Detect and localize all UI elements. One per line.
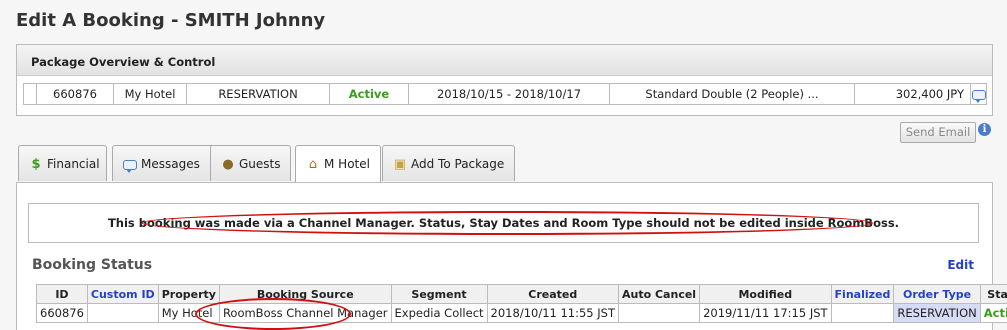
tab-label: M Hotel <box>324 157 370 171</box>
tab-label: Guests <box>239 157 281 171</box>
cell-auto-cancel <box>619 304 700 323</box>
package-row[interactable]: 660876 My Hotel RESERVATION Active 2018/… <box>23 83 987 105</box>
col-booking-source: Booking Source <box>219 285 391 304</box>
package-room-type: Standard Double (2 People) ... <box>609 84 854 104</box>
col-state: State <box>980 285 1007 304</box>
package-status: Active <box>329 84 408 104</box>
tab-content-panel: This booking was made via a Channel Mana… <box>16 182 993 330</box>
col-finalized[interactable]: Finalized <box>831 285 894 304</box>
table-header-row: ID Custom ID Property Booking Source Seg… <box>37 285 1007 304</box>
package-type: RESERVATION <box>186 84 329 104</box>
tab-add-to-package[interactable]: ▣ Add To Package <box>382 145 515 181</box>
speech-bubble-icon <box>123 147 137 183</box>
package-property: My Hotel <box>113 84 186 104</box>
edit-link[interactable]: Edit <box>947 258 974 272</box>
package-row-selector[interactable] <box>24 84 36 104</box>
table-row: 660876 My Hotel RoomBoss Channel Manager… <box>37 304 1007 323</box>
package-overview-panel: Package Overview & Control 660876 My Hot… <box>16 44 993 116</box>
package-overview-header: Package Overview & Control <box>17 45 992 76</box>
channel-manager-warning: This booking was made via a Channel Mana… <box>28 203 979 243</box>
package-amount: 302,400 JPY <box>854 84 970 104</box>
tab-m-hotel[interactable]: ⌂ M Hotel <box>295 145 381 183</box>
col-order-type[interactable]: Order Type <box>894 285 980 304</box>
package-icon: ▣ <box>393 147 407 183</box>
cell-order-type: RESERVATION <box>894 304 980 323</box>
cell-created: 2018/10/11 11:55 JST <box>487 304 618 323</box>
guests-icon: ● <box>221 147 235 183</box>
booking-status-title: Booking Status <box>32 257 152 273</box>
send-email-button[interactable]: Send Email <box>900 122 976 143</box>
tab-messages[interactable]: Messages <box>112 145 224 181</box>
speech-bubble-icon[interactable] <box>972 90 986 100</box>
package-id: 660876 <box>36 84 113 104</box>
col-created: Created <box>487 285 618 304</box>
cell-property: My Hotel <box>158 304 219 323</box>
tab-guests[interactable]: ● Guests <box>210 145 291 181</box>
booking-status-table: ID Custom ID Property Booking Source Seg… <box>36 284 1007 323</box>
tab-label: Add To Package <box>411 157 504 171</box>
page-title: Edit A Booking - SMITH Johnny <box>16 10 325 31</box>
cell-custom-id <box>87 304 158 323</box>
package-dates: 2018/10/15 - 2018/10/17 <box>408 84 609 104</box>
col-property: Property <box>158 285 219 304</box>
cell-state: Active <box>980 304 1007 323</box>
cell-booking-source: RoomBoss Channel Manager <box>219 304 391 323</box>
col-segment: Segment <box>391 285 487 304</box>
cell-finalized <box>831 304 894 323</box>
house-icon: ⌂ <box>306 147 320 183</box>
tab-financial[interactable]: $ Financial <box>18 145 107 181</box>
tab-label: Messages <box>141 157 200 171</box>
package-message-button[interactable] <box>970 84 986 104</box>
col-custom-id[interactable]: Custom ID <box>87 285 158 304</box>
info-icon[interactable]: i <box>978 123 991 136</box>
cell-id: 660876 <box>37 304 88 323</box>
col-auto-cancel: Auto Cancel <box>619 285 700 304</box>
tab-label: Financial <box>47 157 100 171</box>
dollar-icon: $ <box>29 147 43 183</box>
col-modified: Modified <box>700 285 831 304</box>
cell-segment: Expedia Collect <box>391 304 487 323</box>
col-id: ID <box>37 285 88 304</box>
cell-modified: 2019/11/11 17:15 JST <box>700 304 831 323</box>
